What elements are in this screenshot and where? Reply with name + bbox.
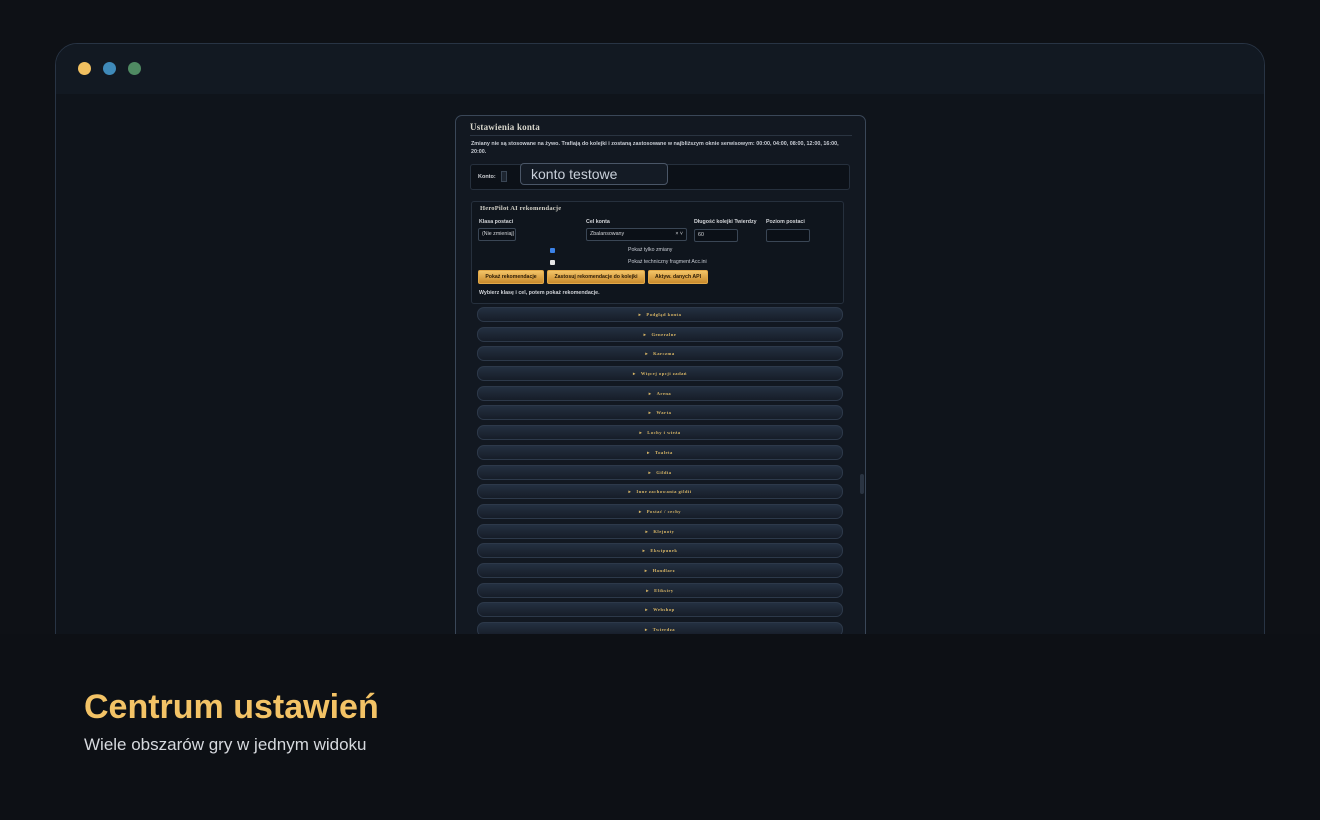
show-changes-label: Pokaż tylko zmiany <box>628 247 673 253</box>
recommendation-hint: Wybierz klasę i cel, potem pokaż rekomen… <box>479 290 600 296</box>
heropilot-title: HeroPilot AI rekomendacje <box>480 205 562 212</box>
section-accordion[interactable]: ▸ Gildia <box>477 464 843 480</box>
maintenance-info: Zmiany nie są stosowane na żywo. Trafiaj… <box>471 141 839 155</box>
chevron-right-icon: ▸ <box>643 331 647 337</box>
section-label: Warta <box>656 410 672 416</box>
chevron-right-icon: ▸ <box>633 371 636 377</box>
section-accordion[interactable]: ▸ Eliksiry <box>477 582 843 598</box>
apply-recommendations-button[interactable]: Zastosuj rekomendacje do kolejki <box>547 270 645 284</box>
goal-value: Zbalansowany <box>590 231 625 237</box>
class-select[interactable]: (Nie zmieniaj) <box>478 228 516 241</box>
chevron-right-icon: ▸ <box>645 607 649 613</box>
chevron-right-icon: ▸ <box>628 489 632 495</box>
section-accordion[interactable]: ▸ Warta <box>477 405 843 421</box>
section-label: Inne zachowania gildii <box>636 489 692 495</box>
chevron-right-icon: ▸ <box>638 508 642 514</box>
section-label: Klejnoty <box>653 528 675 534</box>
api-data-button[interactable]: Aktyw. danych API <box>648 270 708 284</box>
chevron-right-icon: ▸ <box>646 587 650 593</box>
section-label: Ekwipunek <box>650 548 678 554</box>
close-window-dot[interactable] <box>78 62 91 75</box>
account-settings-panel: Ustawienia konta Zmiany nie są stosowane… <box>455 115 866 682</box>
chevron-right-icon: ▸ <box>647 449 650 455</box>
goal-label: Cel konta <box>586 219 610 225</box>
section-accordion[interactable]: ▸ Podgląd konta <box>477 307 843 322</box>
section-label: Podgląd konta <box>646 312 682 317</box>
scrollbar-handle[interactable] <box>860 474 864 494</box>
show-acc-ini-checkbox[interactable] <box>550 260 555 265</box>
queue-input[interactable]: 60 <box>694 229 738 242</box>
goal-select[interactable]: Zbalansowany × ˅ <box>586 228 687 241</box>
account-select[interactable] <box>501 171 507 182</box>
show-acc-ini-label: Pokaż techniczny fragment Acc.ini <box>628 259 707 265</box>
dropdown-clear-icon[interactable]: × ˅ <box>675 229 683 240</box>
chevron-right-icon: ▸ <box>642 548 646 554</box>
show-recommendations-button[interactable]: Pokaż rekomendacje <box>478 270 544 284</box>
section-accordion[interactable]: ▸ Generalne <box>477 326 843 342</box>
section-accordion[interactable]: ▸ Klejnoty <box>477 523 843 539</box>
section-accordion[interactable]: ▸ Ekwipunek <box>477 543 843 559</box>
section-label: Handlarz <box>652 567 676 573</box>
class-label: Klasa postaci <box>479 219 514 225</box>
section-label: Postać / cechy <box>646 508 682 514</box>
section-accordion[interactable]: ▸ Lochy i wieża <box>477 425 843 441</box>
caption-title: Centrum ustawień <box>84 688 379 726</box>
section-accordion[interactable]: ▸ Handlarz <box>477 562 843 578</box>
account-label: Konto: <box>478 174 496 180</box>
section-accordion[interactable]: ▸ Karczma <box>477 346 843 362</box>
title-bar <box>56 44 1264 94</box>
app-window: Ustawienia konta Zmiany nie są stosowane… <box>55 43 1265 683</box>
account-row: Konto: konto testowe <box>470 163 850 190</box>
title-divider <box>470 135 852 136</box>
maximize-window-dot[interactable] <box>128 62 141 75</box>
section-label: Twierdza <box>652 627 676 632</box>
section-accordion[interactable]: ▸ Webshop <box>477 602 843 618</box>
level-input[interactable] <box>766 229 810 242</box>
section-accordion[interactable]: ▸ Arena <box>477 385 843 401</box>
section-accordion[interactable]: ▸ Inne zachowania gildii <box>477 484 843 500</box>
account-name-input[interactable]: konto testowe <box>520 163 668 185</box>
chevron-right-icon: ▸ <box>648 469 652 475</box>
chevron-right-icon: ▸ <box>645 528 649 534</box>
level-label: Poziom postaci <box>766 219 805 225</box>
section-label: Lochy i wieża <box>647 430 681 436</box>
section-label: Toaleta <box>654 449 673 455</box>
caption-area: Centrum ustawień Wiele obszarów gry w je… <box>0 634 1320 820</box>
section-label: Webshop <box>653 607 675 613</box>
section-label: Generalne <box>651 331 677 337</box>
section-label: Eliksiry <box>654 587 674 593</box>
section-accordion[interactable]: ▸ Więcej opcji zadań <box>477 366 843 382</box>
chevron-right-icon: ▸ <box>644 627 648 632</box>
section-accordion[interactable]: ▸ Toaleta <box>477 444 843 460</box>
chevron-right-icon: ▸ <box>648 410 652 416</box>
section-label: Więcej opcji zadań <box>640 371 687 377</box>
section-accordion[interactable]: ▸ Postać / cechy <box>477 503 843 519</box>
queue-label: Długość kolejki Twierdzy <box>694 219 757 225</box>
minimize-window-dot[interactable] <box>103 62 116 75</box>
caption-subtitle: Wiele obszarów gry w jednym widoku <box>84 735 367 754</box>
section-label: Arena <box>656 390 672 396</box>
chevron-right-icon: ▸ <box>638 312 642 317</box>
section-label: Karczma <box>653 351 675 357</box>
show-changes-checkbox[interactable] <box>550 248 555 253</box>
chevron-right-icon: ▸ <box>639 430 643 436</box>
panel-title: Ustawienia konta <box>470 122 540 132</box>
chevron-right-icon: ▸ <box>648 390 652 396</box>
heropilot-box: HeroPilot AI rekomendacje Klasa postaci … <box>471 201 844 304</box>
chevron-right-icon: ▸ <box>645 351 649 357</box>
settings-sections-list: ▸ Podgląd konta ▸ Generalne ▸ Karczma ▸ Więcej … <box>477 307 843 642</box>
chevron-right-icon: ▸ <box>644 567 648 573</box>
section-label: Gildia <box>656 469 672 475</box>
